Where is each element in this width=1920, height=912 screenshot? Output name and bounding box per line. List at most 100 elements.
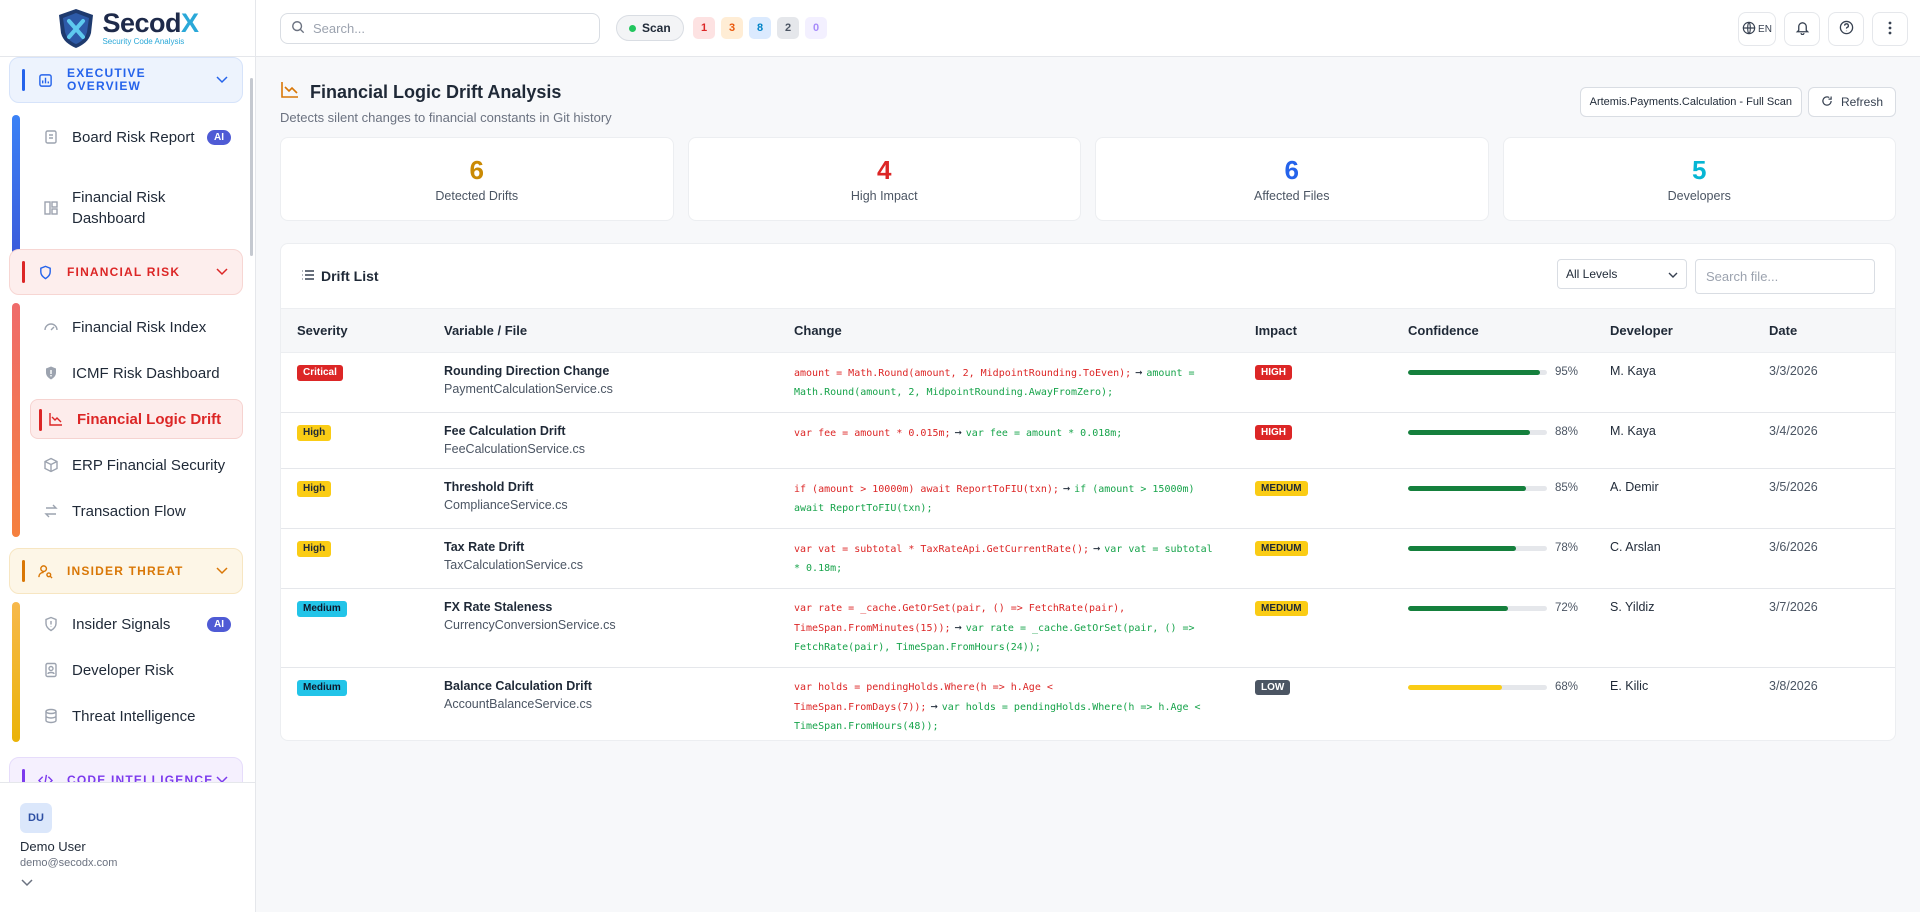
section-insider-threat[interactable]: INSIDER THREAT xyxy=(9,548,243,594)
chevron-down-icon[interactable] xyxy=(20,875,236,891)
impact-badge: MEDIUM xyxy=(1255,541,1308,556)
column-header-impact[interactable]: Impact xyxy=(1239,308,1392,353)
variable-cell: Rounding Direction Change PaymentCalculat… xyxy=(428,352,778,413)
sidebar-item-financial-logic-drift[interactable]: Financial Logic Drift xyxy=(30,399,243,439)
notifications-button[interactable] xyxy=(1784,12,1820,46)
sidebar-item-icmf-risk-dashboard[interactable]: ICMF Risk Dashboard xyxy=(30,353,243,393)
developer-name: E. Kilic xyxy=(1610,679,1649,693)
sidebar-scrollbar[interactable] xyxy=(250,78,253,256)
section-executive-overview[interactable]: EXECUTIVE OVERVIEW xyxy=(9,57,243,103)
stat-label: Developers xyxy=(1667,189,1731,203)
table-row[interactable]: Medium FX Rate Staleness CurrencyConversio… xyxy=(281,588,1895,668)
column-header-severity[interactable]: Severity xyxy=(281,308,428,353)
shield-alert-icon xyxy=(42,364,60,382)
confidence-bar xyxy=(1408,429,1547,435)
shield-icon xyxy=(37,264,53,280)
sidebar-item-transaction-flow[interactable]: Transaction Flow xyxy=(30,491,243,531)
chevron-down-icon xyxy=(1668,267,1678,281)
severity-count-chip[interactable]: 2 xyxy=(777,17,799,39)
language-button[interactable]: EN xyxy=(1738,12,1776,46)
confidence-bar xyxy=(1408,369,1547,375)
table-row[interactable]: High Threshold Drift ComplianceService.cs i… xyxy=(281,468,1895,529)
file-search-input[interactable] xyxy=(1695,258,1875,294)
clipboard-icon xyxy=(42,128,60,146)
table-row[interactable]: Medium Balance Calculation Drift AccountBa… xyxy=(281,667,1895,740)
column-header-confidence[interactable]: Confidence xyxy=(1392,308,1594,353)
sidebar-item-financial-risk-index[interactable]: Financial Risk Index xyxy=(30,307,243,347)
sidebar-item-label: Threat Intelligence xyxy=(72,707,196,725)
more-menu-button[interactable] xyxy=(1872,12,1908,46)
report-chart-icon xyxy=(37,72,53,88)
column-header-change[interactable]: Change xyxy=(778,308,1239,353)
confidence-cell: 78% xyxy=(1392,528,1594,589)
group-indicator xyxy=(12,303,20,537)
sidebar-item-threat-intelligence[interactable]: Threat Intelligence xyxy=(30,696,243,736)
level-filter-value: All Levels xyxy=(1566,266,1618,281)
level-filter-select[interactable]: All Levels xyxy=(1557,258,1687,289)
severity-cell: High xyxy=(281,412,428,469)
change-cell: var rate = _cache.GetOrSet(pair, () => F… xyxy=(778,588,1239,668)
table-row[interactable]: Critical Rounding Direction Change Payment… xyxy=(281,352,1895,413)
sidebar-item-financial-risk-dashboard[interactable]: Financial Risk Dashboard xyxy=(30,183,243,233)
file-name[interactable]: PaymentCalculationService.cs xyxy=(444,381,762,398)
help-button[interactable] xyxy=(1828,12,1864,46)
variable-name: Threshold Drift xyxy=(444,480,534,494)
section-code-intelligence[interactable]: CODE INTELLIGENCE xyxy=(9,757,243,782)
file-name[interactable]: CurrencyConversionService.cs xyxy=(444,617,762,634)
sidebar-item-label: Financial Risk Index xyxy=(72,318,207,336)
stat-card-affected-files: 6 Affected Files xyxy=(1095,137,1489,221)
scan-scope-button[interactable]: Artemis.Payments.Calculation - Full Scan xyxy=(1579,87,1802,117)
table-row[interactable]: High Fee Calculation Drift FeeCalculationS… xyxy=(281,412,1895,469)
change-cell: amount = Math.Round(amount, 2, MidpointR… xyxy=(778,352,1239,413)
severity-badge: Medium xyxy=(297,680,347,696)
search-icon xyxy=(291,20,305,37)
group-indicator xyxy=(12,115,20,255)
severity-count-chip[interactable]: 0 xyxy=(805,17,827,39)
file-name[interactable]: TaxCalculationService.cs xyxy=(444,557,762,574)
sidebar-item-insider-signals[interactable]: Insider Signals AI xyxy=(30,604,243,644)
file-name[interactable]: FeeCalculationService.cs xyxy=(444,441,762,458)
sidebar-nav: EXECUTIVE OVERVIEW Board Risk Report AI … xyxy=(0,57,256,782)
column-header-variable-file[interactable]: Variable / File xyxy=(428,308,778,353)
column-header-date[interactable]: Date xyxy=(1753,308,1895,353)
old-code: if (amount > 10000m) await ReportToFIU(t… xyxy=(794,484,1059,495)
user-profile[interactable]: DU Demo User demo@secodx.com xyxy=(0,782,256,912)
section-financial-risk[interactable]: FINANCIAL RISK xyxy=(9,249,243,295)
severity-badge: Critical xyxy=(297,365,343,381)
severity-count-chip[interactable]: 1 xyxy=(693,17,715,39)
trend-chart-icon xyxy=(280,81,300,104)
date-cell: 3/4/2026 xyxy=(1753,412,1895,469)
confidence-bar xyxy=(1408,684,1547,690)
developer-name: M. Kaya xyxy=(1610,424,1656,438)
global-search[interactable] xyxy=(280,13,600,44)
brand-logo[interactable]: SecodX Security Code Analysis xyxy=(0,0,255,57)
search-input[interactable] xyxy=(313,21,583,36)
severity-count-chip[interactable]: 3 xyxy=(721,17,743,39)
arrow-right-icon: → xyxy=(930,699,938,713)
sidebar-item-erp-financial-security[interactable]: ERP Financial Security xyxy=(30,445,243,485)
sidebar-item-developer-risk[interactable]: Developer Risk xyxy=(30,650,243,690)
box-icon xyxy=(42,456,60,474)
stat-label: Affected Files xyxy=(1253,189,1330,203)
brand-tagline: Security Code Analysis xyxy=(102,37,185,46)
column-header-developer[interactable]: Developer xyxy=(1594,308,1753,353)
confidence-cell: 88% xyxy=(1392,412,1594,469)
file-name[interactable]: AccountBalanceService.cs xyxy=(444,696,762,713)
date-value: 3/7/2026 xyxy=(1769,600,1818,614)
table-row[interactable]: High Tax Rate Drift TaxCalculationService.… xyxy=(281,528,1895,589)
user-search-icon xyxy=(37,563,53,579)
variable-cell: Tax Rate Drift TaxCalculationService.cs xyxy=(428,528,778,589)
scan-button[interactable]: Scan xyxy=(616,15,684,41)
refresh-button[interactable]: Refresh xyxy=(1807,87,1896,117)
main-content: Financial Logic Drift Analysis Detects s… xyxy=(256,57,1920,912)
sidebar-item-board-risk-report[interactable]: Board Risk Report AI xyxy=(30,117,243,157)
id-badge-icon xyxy=(42,661,60,679)
variable-name: Balance Calculation Drift xyxy=(444,679,592,693)
stat-cards: 6 Detected Drifts 4 High Impact 6 Affect… xyxy=(280,137,1896,221)
severity-count-chip[interactable]: 8 xyxy=(749,17,771,39)
variable-cell: FX Rate Staleness CurrencyConversionServi… xyxy=(428,588,778,668)
variable-cell: Threshold Drift ComplianceService.cs xyxy=(428,468,778,529)
confidence-value: 72% xyxy=(1554,602,1578,614)
developer-cell: E. Kilic xyxy=(1594,667,1753,740)
file-name[interactable]: ComplianceService.cs xyxy=(444,497,762,514)
